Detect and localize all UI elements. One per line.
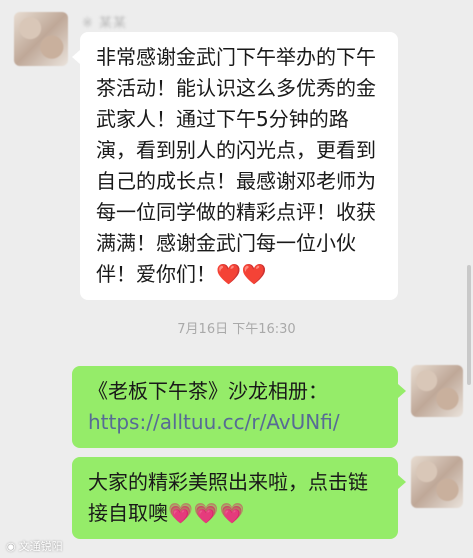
message-timestamp: 7月16日 下午16:30	[177, 322, 296, 337]
weibo-icon: ◉	[6, 539, 16, 553]
outgoing-message-bubble-photos[interactable]: 大家的精彩美照出来啦，点击链接自取噢💗💗💗	[72, 457, 406, 539]
watermark: ◉ 文通锐阳	[6, 538, 63, 554]
incoming-message-text: 非常感谢金武门下午举办的下午茶活动！能认识这么多优秀的金武家人！通过下午5分钟的…	[96, 45, 376, 286]
pink-heart-emoji: 💗💗💗	[168, 501, 246, 525]
sender-avatar[interactable]	[14, 12, 68, 66]
heart-emoji: ❤️❤️	[216, 262, 268, 286]
outgoing-message-bubble-link[interactable]: 《老板下午茶》沙龙相册： https://alltuu.cc/r/AvUNfi/	[72, 366, 406, 448]
sender-name: ※ 某某	[82, 16, 128, 31]
album-label-text: 《老板下午茶》沙龙相册：	[88, 379, 328, 403]
incoming-message-bubble[interactable]: 非常感谢金武门下午举办的下午茶活动！能认识这么多优秀的金武家人！通过下午5分钟的…	[72, 32, 398, 300]
album-link[interactable]: https://alltuu.cc/r/AvUNfi/	[88, 410, 340, 434]
scrollbar[interactable]	[467, 265, 471, 385]
my-avatar-2[interactable]	[411, 456, 463, 508]
watermark-text: 文通锐阳	[18, 540, 63, 553]
my-avatar[interactable]	[411, 365, 463, 417]
